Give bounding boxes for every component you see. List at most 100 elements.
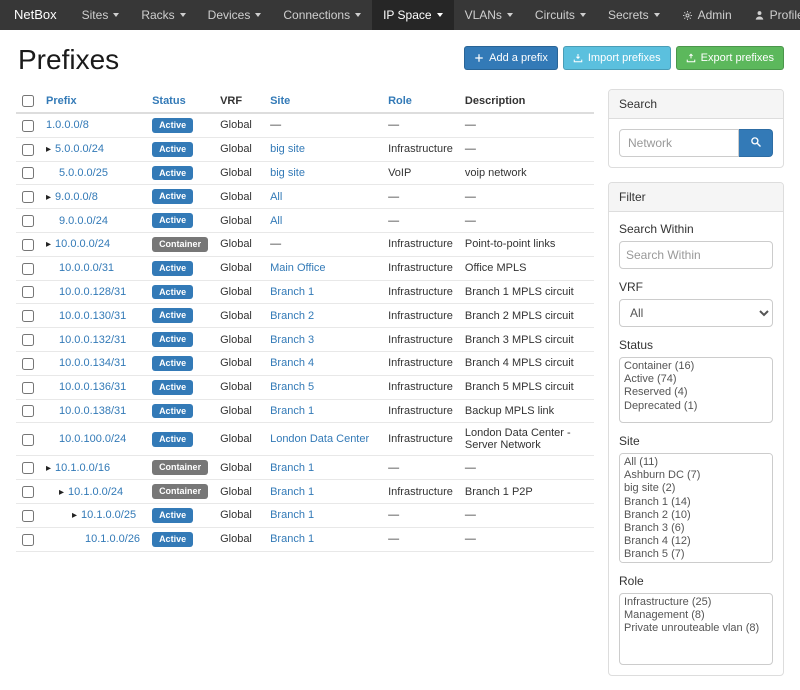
column-header-site[interactable]: Site <box>264 89 382 113</box>
site-link[interactable]: Branch 5 <box>270 381 314 393</box>
column-header-status[interactable]: Status <box>146 89 214 113</box>
site-link[interactable]: Branch 1 <box>270 286 314 298</box>
search-within-input[interactable] <box>619 241 773 269</box>
prefix-link[interactable]: 10.0.0.132/31 <box>59 334 126 346</box>
nav-item-circuits[interactable]: Circuits <box>524 0 597 30</box>
prefix-link[interactable]: 10.0.0.0/24 <box>55 238 110 250</box>
site-link[interactable]: All <box>270 191 282 203</box>
row-checkbox[interactable] <box>22 191 34 203</box>
description-cell: — <box>459 456 594 480</box>
prefix-link[interactable]: 10.0.0.134/31 <box>59 357 126 369</box>
row-checkbox[interactable] <box>22 215 34 227</box>
filter-option[interactable]: Infrastructure (25) <box>622 596 770 609</box>
filter-option[interactable]: big site (2) <box>622 482 770 495</box>
site-link[interactable]: Branch 1 <box>270 462 314 474</box>
site-link[interactable]: big site <box>270 143 305 155</box>
site-cell: big site <box>264 137 382 161</box>
prefix-link[interactable]: 10.0.0.136/31 <box>59 381 126 393</box>
table-row: 10.0.0.0/31ActiveGlobalMain OfficeInfras… <box>16 256 594 280</box>
filter-option[interactable]: COLO-1 24 (4) <box>622 562 770 564</box>
export-prefixes-button[interactable]: Export prefixes <box>676 46 784 70</box>
nav-item-vlans[interactable]: VLANs <box>454 0 524 30</box>
nav-item-profile[interactable]: Profile <box>743 0 800 30</box>
prefix-link[interactable]: 10.1.0.0/25 <box>81 509 136 521</box>
search-button[interactable] <box>739 129 773 157</box>
prefix-link[interactable]: 10.0.0.0/31 <box>59 262 114 274</box>
site-link[interactable]: Branch 4 <box>270 357 314 369</box>
site-link[interactable]: Branch 1 <box>270 405 314 417</box>
row-checkbox[interactable] <box>22 462 34 474</box>
filter-option[interactable]: Reserved (4) <box>622 386 770 399</box>
search-input[interactable] <box>619 129 739 157</box>
row-checkbox[interactable] <box>22 167 34 179</box>
site-link[interactable]: Branch 1 <box>270 486 314 498</box>
filter-option[interactable]: Branch 5 (7) <box>622 548 770 561</box>
role-filter-list[interactable]: Infrastructure (25)Management (8)Private… <box>619 593 773 665</box>
table-row: 1.0.0.0/8ActiveGlobal——— <box>16 113 594 137</box>
prefix-link[interactable]: 5.0.0.0/24 <box>55 143 104 155</box>
prefix-link[interactable]: 10.0.100.0/24 <box>59 433 126 445</box>
column-header-role[interactable]: Role <box>382 89 459 113</box>
prefix-link[interactable]: 10.1.0.0/26 <box>85 533 140 545</box>
filter-option[interactable]: Branch 3 (6) <box>622 522 770 535</box>
row-checkbox[interactable] <box>22 239 34 251</box>
filter-option[interactable]: Container (16) <box>622 360 770 373</box>
row-checkbox[interactable] <box>22 534 34 546</box>
row-checkbox[interactable] <box>22 486 34 498</box>
nav-item-sites[interactable]: Sites <box>71 0 131 30</box>
prefix-link[interactable]: 5.0.0.0/25 <box>59 167 108 179</box>
row-checkbox[interactable] <box>22 358 34 370</box>
filter-option[interactable]: Deprecated (1) <box>622 400 770 413</box>
site-link[interactable]: Branch 1 <box>270 509 314 521</box>
row-checkbox[interactable] <box>22 334 34 346</box>
filter-option[interactable]: Management (8) <box>622 609 770 622</box>
row-checkbox[interactable] <box>22 286 34 298</box>
prefix-link[interactable]: 10.1.0.0/24 <box>68 486 123 498</box>
site-link[interactable]: London Data Center <box>270 433 369 445</box>
filter-option[interactable]: Active (74) <box>622 373 770 386</box>
site-link[interactable]: All <box>270 215 282 227</box>
nav-item-devices[interactable]: Devices <box>197 0 273 30</box>
row-checkbox[interactable] <box>22 120 34 132</box>
row-checkbox[interactable] <box>22 310 34 322</box>
row-checkbox[interactable] <box>22 382 34 394</box>
prefix-link[interactable]: 10.0.0.130/31 <box>59 310 126 322</box>
prefix-link[interactable]: 10.0.0.138/31 <box>59 405 126 417</box>
site-filter-list[interactable]: All (11)Ashburn DC (7)big site (2)Branch… <box>619 453 773 563</box>
row-checkbox[interactable] <box>22 510 34 522</box>
site-link[interactable]: Branch 1 <box>270 533 314 545</box>
prefix-link[interactable]: 9.0.0.0/24 <box>59 215 108 227</box>
column-header-prefix[interactable]: Prefix <box>40 89 146 113</box>
status-badge: Active <box>152 213 193 228</box>
status-filter-list[interactable]: Container (16)Active (74)Reserved (4)Dep… <box>619 357 773 423</box>
prefix-link[interactable]: 9.0.0.0/8 <box>55 191 98 203</box>
row-checkbox[interactable] <box>22 434 34 446</box>
brand-link[interactable]: NetBox <box>0 0 71 30</box>
site-link[interactable]: big site <box>270 167 305 179</box>
nav-item-ip-space[interactable]: IP Space <box>372 0 453 30</box>
row-checkbox[interactable] <box>22 263 34 275</box>
filter-option[interactable]: Branch 1 (14) <box>622 496 770 509</box>
filter-option[interactable]: All (11) <box>622 456 770 469</box>
prefix-cell: 10.0.0.136/31 <box>40 375 146 399</box>
nav-item-secrets[interactable]: Secrets <box>597 0 671 30</box>
nav-item-racks[interactable]: Racks <box>130 0 196 30</box>
select-all-checkbox[interactable] <box>22 95 34 107</box>
vrf-select[interactable]: All <box>619 299 773 327</box>
add-a-prefix-button[interactable]: Add a prefix <box>464 46 558 70</box>
nav-item-connections[interactable]: Connections <box>272 0 372 30</box>
import-prefixes-button[interactable]: Import prefixes <box>563 46 671 70</box>
prefix-link[interactable]: 10.0.0.128/31 <box>59 286 126 298</box>
prefix-link[interactable]: 10.1.0.0/16 <box>55 462 110 474</box>
filter-option[interactable]: Branch 4 (12) <box>622 535 770 548</box>
site-link[interactable]: Branch 3 <box>270 334 314 346</box>
row-checkbox[interactable] <box>22 144 34 156</box>
filter-option[interactable]: Ashburn DC (7) <box>622 469 770 482</box>
chevron-down-icon <box>355 13 361 17</box>
row-checkbox[interactable] <box>22 405 34 417</box>
site-link[interactable]: Branch 2 <box>270 310 314 322</box>
filter-option[interactable]: Private unrouteable vlan (8) <box>622 622 770 635</box>
site-link[interactable]: Main Office <box>270 262 325 274</box>
prefix-link[interactable]: 1.0.0.0/8 <box>46 119 89 131</box>
nav-item-admin[interactable]: Admin <box>671 0 743 30</box>
